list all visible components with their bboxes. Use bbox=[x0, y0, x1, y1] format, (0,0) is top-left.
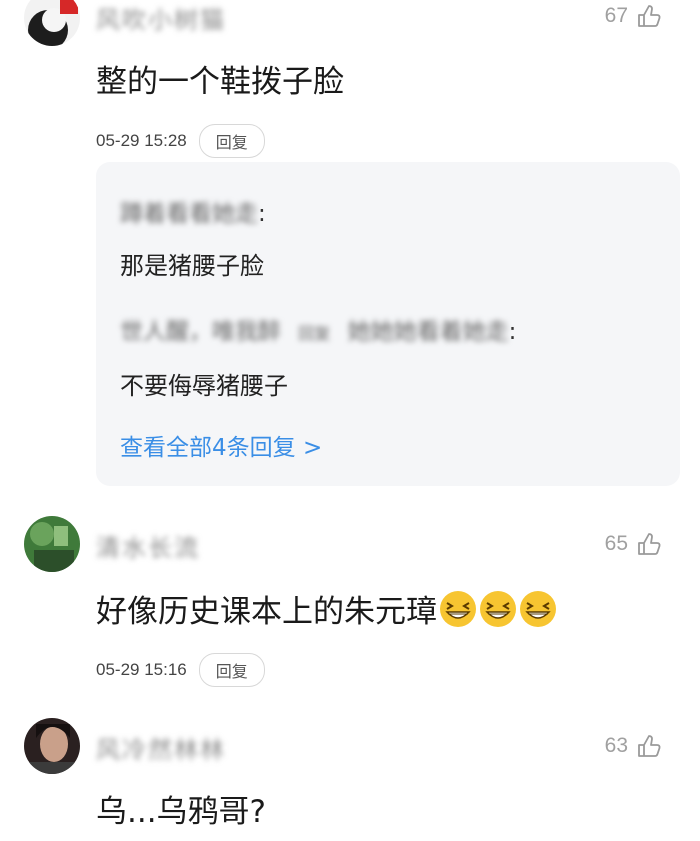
reply-1-text: 那是猪腰子脸 bbox=[120, 252, 264, 280]
like-button[interactable]: 65 bbox=[605, 530, 662, 558]
comment-text: 好像历史课本上的朱元璋 bbox=[96, 586, 557, 631]
thumbs-up-icon bbox=[638, 735, 661, 757]
timestamp: 05-29 15:28 bbox=[96, 131, 187, 150]
grinning-squint-emoji-icon bbox=[440, 591, 476, 627]
reply-thread: 蹲着看看她走: 那是猪腰子脸 世人醒，唯我醉 回复 她她她看着她走: 不要侮辱猪… bbox=[96, 162, 680, 486]
grinning-squint-emoji-icon bbox=[480, 591, 516, 627]
like-count: 63 bbox=[604, 734, 628, 757]
username[interactable]: 清水长流 bbox=[96, 528, 200, 562]
like-count: 67 bbox=[604, 4, 628, 27]
thumbs-up-icon bbox=[638, 533, 661, 555]
comment-text: 乌...乌鸦哥? bbox=[96, 794, 267, 830]
comment-meta: 05-29 15:16 回复 bbox=[96, 653, 265, 687]
reply-button[interactable]: 回复 bbox=[198, 124, 265, 158]
comment-text: 整的一个鞋拨子脸 bbox=[96, 64, 344, 100]
avatar[interactable] bbox=[24, 516, 80, 572]
like-button[interactable]: 67 bbox=[605, 2, 662, 30]
view-all-replies-link[interactable]: 查看全部4条回复 > bbox=[120, 428, 322, 462]
reply-2-author[interactable]: 世人醒，唯我醉 回复 她她她看着她走: bbox=[120, 312, 516, 346]
grinning-squint-emoji-icon bbox=[520, 591, 556, 627]
username[interactable]: 风冷然林林 bbox=[96, 730, 226, 764]
reply-button[interactable]: 回复 bbox=[198, 653, 265, 687]
avatar[interactable] bbox=[24, 718, 80, 774]
reply-1-author[interactable]: 蹲着看看她走: bbox=[120, 194, 266, 228]
avatar[interactable] bbox=[24, 0, 80, 46]
username[interactable]: 风吹小树猫 bbox=[96, 0, 226, 34]
reply-2-text: 不要侮辱猪腰子 bbox=[120, 372, 288, 400]
comment-meta: 05-29 15:28 回复 bbox=[96, 124, 265, 158]
thumbs-up-icon bbox=[638, 5, 661, 27]
like-button[interactable]: 63 bbox=[605, 732, 662, 760]
like-count: 65 bbox=[604, 532, 628, 555]
timestamp: 05-29 15:16 bbox=[96, 660, 187, 679]
